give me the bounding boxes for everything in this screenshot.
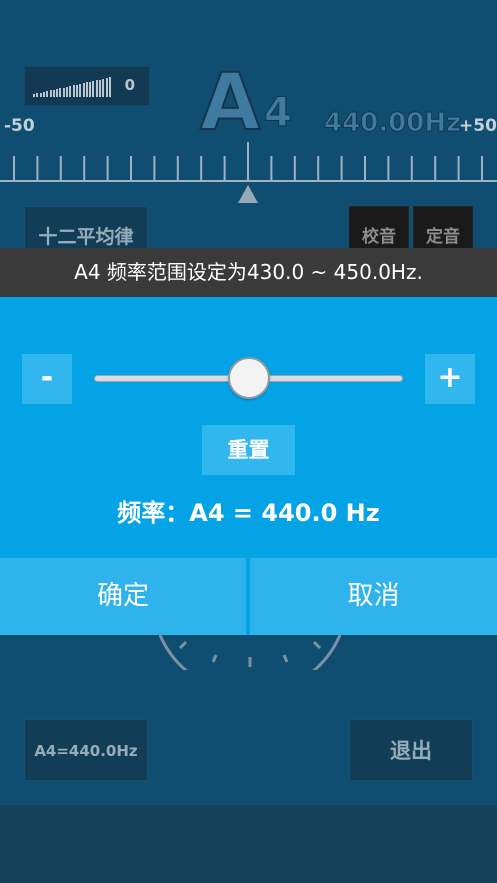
- note-octave: 4: [264, 90, 293, 137]
- volume-bar: [62, 87, 65, 97]
- reset-button[interactable]: 重置: [202, 425, 295, 475]
- frequency-display: 频率：A4 = 440.0 Hz: [117, 499, 380, 527]
- volume-bar: [49, 90, 52, 97]
- exit-button[interactable]: 退出: [349, 719, 473, 781]
- volume-bar: [105, 78, 108, 97]
- bottom-band: [0, 805, 497, 883]
- scale-max-label: +50: [459, 116, 497, 136]
- volume-bar: [102, 78, 105, 97]
- volume-bar: [69, 86, 72, 97]
- range-toast: A4 频率范围设定为430.0 ~ 450.0Hz.: [0, 248, 497, 297]
- note-name: A: [199, 57, 261, 149]
- volume-bar: [85, 82, 88, 97]
- increase-button[interactable]: +: [425, 354, 475, 404]
- a4-reference-button[interactable]: A4=440.0Hz: [24, 719, 148, 781]
- cents-scale: [0, 142, 497, 203]
- volume-bar: [89, 81, 92, 97]
- volume-bar: [92, 81, 95, 97]
- volume-bar: [95, 80, 98, 97]
- volume-meter: 0: [24, 66, 150, 106]
- scale-min-label: -50: [4, 116, 35, 136]
- frequency-readout: 440.00Hz: [323, 108, 462, 139]
- volume-bar: [56, 88, 59, 97]
- volume-bar: [66, 86, 68, 97]
- volume-bar: [59, 88, 62, 97]
- volume-bar: [33, 94, 35, 97]
- needle-indicator-icon: [238, 185, 258, 203]
- cancel-button[interactable]: 取消: [250, 558, 497, 635]
- volume-bars-icon: [33, 77, 115, 97]
- volume-bar: [99, 79, 101, 97]
- volume-bar: [39, 92, 42, 97]
- volume-bar: [82, 83, 85, 97]
- confirm-button[interactable]: 确定: [0, 558, 246, 635]
- volume-bar: [79, 83, 82, 97]
- frequency-dialog: - + 重置 频率：A4 = 440.0 Hz 确定 取消: [0, 297, 497, 635]
- volume-bar: [108, 77, 111, 97]
- decrease-button[interactable]: -: [22, 354, 72, 404]
- volume-bar: [75, 84, 78, 97]
- volume-bar: [46, 91, 49, 97]
- volume-bar: [36, 93, 39, 97]
- volume-bar: [52, 89, 55, 97]
- volume-bar: [42, 91, 45, 97]
- volume-value: 0: [124, 76, 135, 94]
- frequency-slider-thumb[interactable]: [227, 357, 270, 399]
- volume-bar: [72, 85, 75, 97]
